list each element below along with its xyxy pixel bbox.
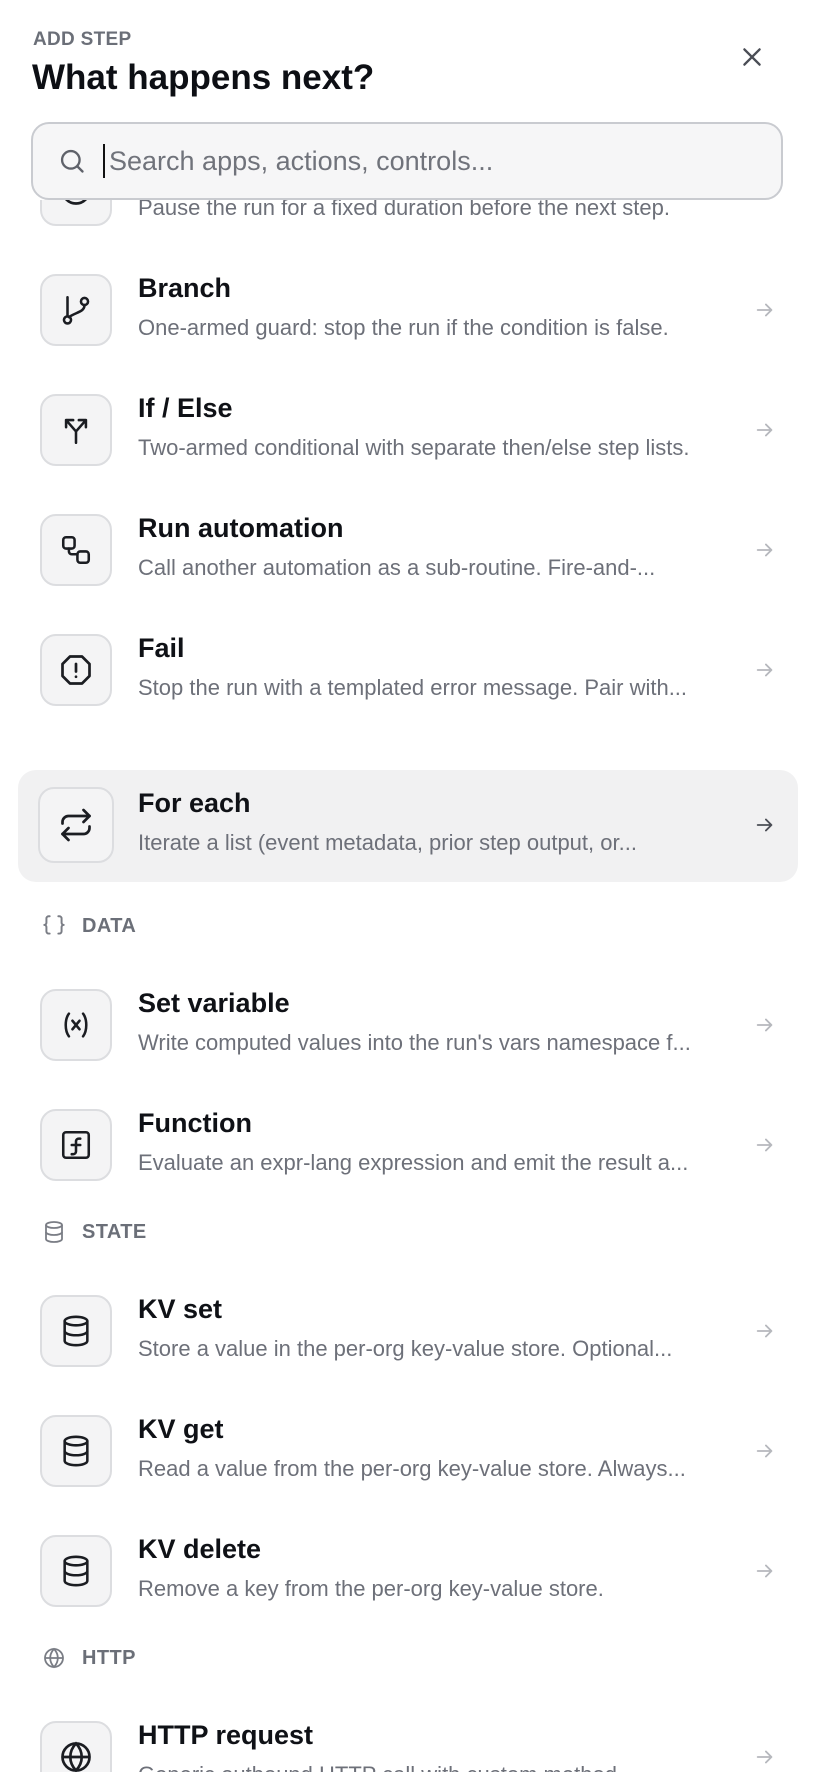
section-header-state: STATE <box>40 1217 147 1247</box>
arrow-right-icon <box>750 1436 780 1466</box>
database-icon <box>40 1535 112 1607</box>
function-icon <box>40 1109 112 1181</box>
git-branch-icon <box>40 274 112 346</box>
list-item-kv-get[interactable]: KV get Read a value from the per-org key… <box>18 1396 798 1508</box>
workflow-icon <box>40 514 112 586</box>
item-description: Call another automation as a sub-routine… <box>138 555 656 580</box>
step-list[interactable]: Pause the run for a fixed duration befor… <box>0 200 820 1772</box>
item-name: Run automation <box>138 513 344 543</box>
database-icon <box>40 1415 112 1487</box>
globe-icon <box>40 1721 112 1772</box>
item-description: Stop the run with a templated error mess… <box>138 675 688 700</box>
item-name: Fail <box>138 633 185 663</box>
item-description: Store a value in the per-org key-value s… <box>138 1336 673 1361</box>
item-description: Read a value from the per-org key-value … <box>138 1456 686 1481</box>
item-name: Function <box>138 1108 252 1138</box>
item-name: KV set <box>138 1294 223 1324</box>
clock-icon <box>40 200 112 226</box>
list-item-wait[interactable]: Pause the run for a fixed duration befor… <box>18 200 798 247</box>
arrow-right-icon <box>750 1742 780 1772</box>
split-icon <box>40 394 112 466</box>
search-bar[interactable] <box>31 122 783 200</box>
item-description: Evaluate an expr-lang expression and emi… <box>138 1150 689 1175</box>
item-description: Iterate a list (event metadata, prior st… <box>138 830 637 855</box>
list-item-branch[interactable]: Branch One-armed guard: stop the run if … <box>18 255 798 367</box>
list-item-for-each[interactable]: For each Iterate a list (event metadata,… <box>18 770 798 882</box>
item-description: One-armed guard: stop the run if the con… <box>138 315 669 340</box>
section-header-http: HTTP <box>40 1643 136 1673</box>
arrow-right-icon <box>750 1130 780 1160</box>
arrow-right-icon <box>750 1316 780 1346</box>
variable-icon <box>40 989 112 1061</box>
arrow-right-icon <box>750 295 780 325</box>
item-name: If / Else <box>138 393 233 423</box>
section-label: DATA <box>82 914 137 937</box>
section-label: STATE <box>82 1220 147 1243</box>
item-name: Set variable <box>138 988 290 1018</box>
item-description: Remove a key from the per-org key-value … <box>138 1576 604 1601</box>
item-description: Pause the run for a fixed duration befor… <box>138 200 671 220</box>
page-title: What happens next? <box>32 58 375 97</box>
list-item-kv-set[interactable]: KV set Store a value in the per-org key-… <box>18 1276 798 1388</box>
header-kicker: ADD STEP <box>33 29 132 50</box>
database-icon <box>40 1218 68 1246</box>
list-item-kv-delete[interactable]: KV delete Remove a key from the per-org … <box>18 1516 798 1628</box>
arrow-right-icon <box>750 1010 780 1040</box>
arrow-right-icon <box>750 1556 780 1586</box>
arrow-right-icon <box>750 415 780 445</box>
item-description: Write computed values into the run's var… <box>138 1030 691 1055</box>
item-name: KV get <box>138 1414 224 1444</box>
list-item-run-automation[interactable]: Run automation Call another automation a… <box>18 495 798 607</box>
item-name: KV delete <box>138 1534 262 1564</box>
octagon-alert-icon <box>40 634 112 706</box>
list-item-if-else[interactable]: If / Else Two-armed conditional with sep… <box>18 375 798 487</box>
section-header-data: DATA <box>40 911 136 941</box>
item-name: Branch <box>138 273 232 303</box>
close-icon <box>743 48 761 66</box>
search-input[interactable] <box>103 144 751 178</box>
arrow-right-icon <box>750 535 780 565</box>
list-item-function[interactable]: Function Evaluate an expr-lang expressio… <box>18 1090 798 1202</box>
database-icon <box>40 1295 112 1367</box>
globe-icon <box>40 1644 68 1672</box>
arrow-right-icon <box>750 810 780 840</box>
item-name: HTTP request <box>138 1720 314 1750</box>
arrow-right-icon <box>750 200 780 205</box>
search-icon <box>57 146 87 176</box>
list-item-http-request[interactable]: HTTP request Generic outbound HTTP call … <box>18 1702 798 1772</box>
item-name: For each <box>138 788 251 818</box>
repeat-icon <box>38 787 114 863</box>
list-item-set-variable[interactable]: Set variable Write computed values into … <box>18 970 798 1082</box>
list-item-fail[interactable]: Fail Stop the run with a templated error… <box>18 615 798 727</box>
section-label: HTTP <box>82 1646 136 1669</box>
arrow-right-icon <box>750 655 780 685</box>
item-description: Generic outbound HTTP call with custom m… <box>138 1762 641 1772</box>
close-button[interactable] <box>733 38 771 76</box>
item-description: Two-armed conditional with separate then… <box>138 435 690 460</box>
braces-icon <box>40 912 68 940</box>
